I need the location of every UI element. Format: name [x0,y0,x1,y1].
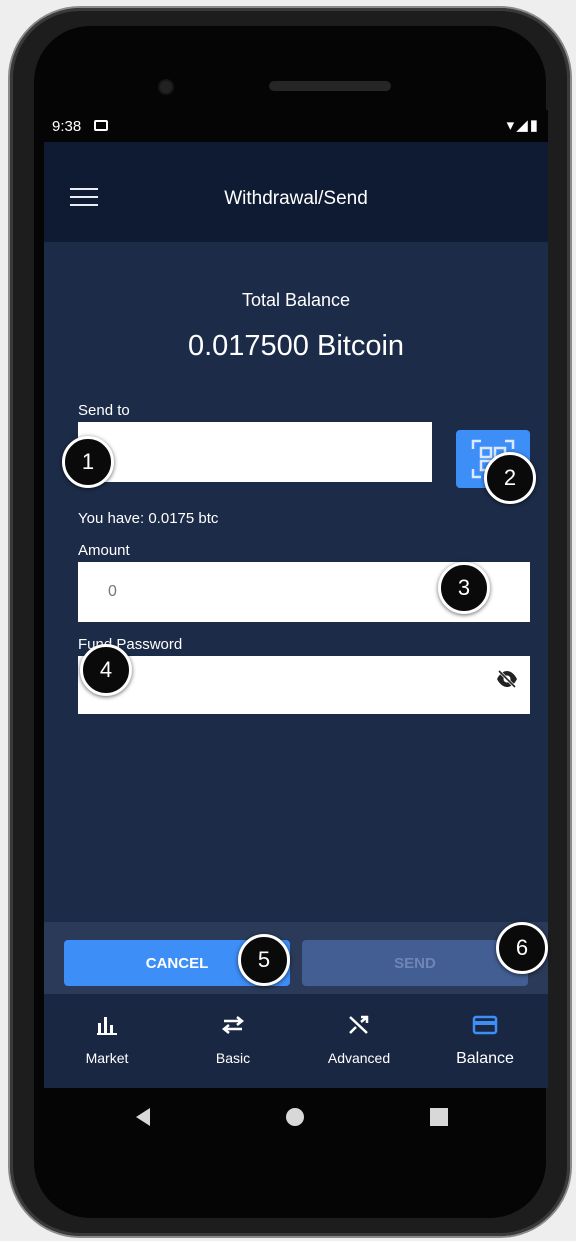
callout-6: 6 [496,922,548,974]
send-to-input[interactable] [78,422,432,482]
available-balance-text: You have: 0.0175 btc [78,510,219,527]
recent-apps-icon[interactable] [430,1108,448,1126]
status-time: 9:38 [52,118,82,135]
total-balance-label: Total Balance [241,290,351,310]
send-to-label: Send to [78,402,130,419]
page-title: Withdrawal/Send [224,188,368,209]
signal-battery-icon: ▾◢▮ [506,117,540,134]
amount-label: Amount [78,542,130,559]
nav-label-advanced: Advanced [327,1050,391,1066]
wallet-card-icon [472,1015,498,1035]
nav-item-balance[interactable]: Balance [422,994,548,1088]
callout-4: 4 [80,644,132,696]
bar-chart-icon [97,1017,117,1035]
nav-label-basic: Basic [215,1050,251,1066]
callout-1: 1 [62,436,114,488]
action-bar: CANCEL SEND [44,922,548,994]
nav-label-balance: Balance [456,1050,514,1067]
callout-5: 5 [238,934,290,986]
nav-label-market: Market [85,1050,129,1066]
nav-item-basic[interactable]: Basic [170,994,296,1088]
nav-item-advanced[interactable]: Advanced [296,994,422,1088]
swap-arrows-icon [221,1016,245,1034]
shuffle-icon [349,1015,369,1034]
nav-item-market[interactable]: Market [44,994,170,1088]
earpiece-speaker [269,81,391,91]
home-icon[interactable] [286,1108,304,1126]
status-bar: 9:38 ▾◢▮ [44,110,548,142]
callout-2: 2 [484,452,536,504]
visibility-off-icon[interactable] [496,670,518,688]
system-navigation-bar [34,1090,538,1150]
front-camera [160,81,172,93]
bottom-navigation: Market Basic Advanced Balance [44,994,548,1088]
total-balance-value: 0.017500 Bitcoin [187,330,405,362]
fund-password-input[interactable] [78,656,530,714]
notification-icon [94,120,108,131]
back-icon[interactable] [136,1108,150,1126]
app-bar: Withdrawal/Send [44,142,548,242]
send-button[interactable]: SEND [302,940,528,986]
callout-3: 3 [438,562,490,614]
